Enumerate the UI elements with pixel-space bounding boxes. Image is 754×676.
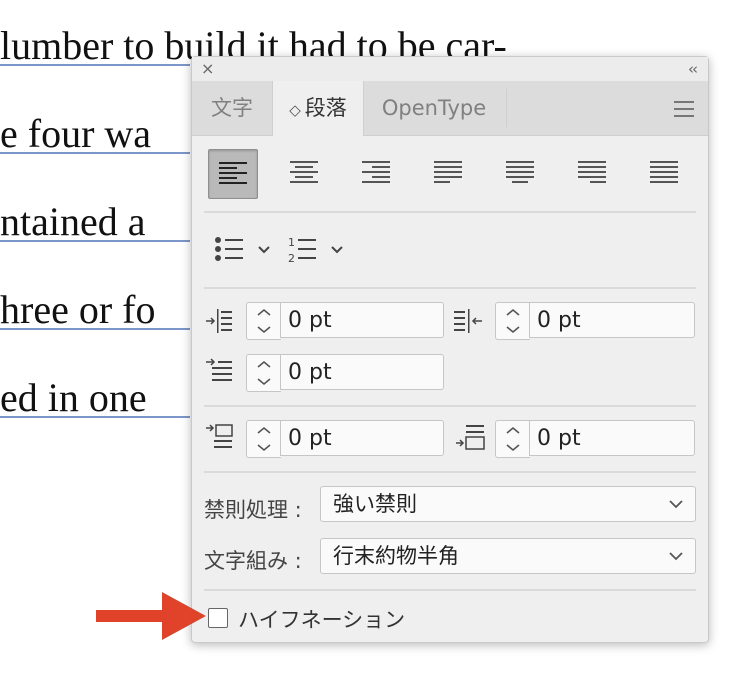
collapse-icon[interactable]: ‹‹ xyxy=(688,59,698,79)
bullets-dropdown[interactable] xyxy=(214,235,274,269)
stepper-arrows-icon xyxy=(257,360,271,386)
justify-last-right-icon xyxy=(578,161,606,183)
justify-all-button[interactable] xyxy=(640,149,688,197)
doc-line-5: ed in one xyxy=(0,375,147,420)
section-divider xyxy=(204,287,696,289)
doc-line-3: ntained a xyxy=(0,199,146,244)
section-divider xyxy=(204,589,696,591)
numbered-list-icon: 1 2 xyxy=(288,236,343,265)
section-divider xyxy=(204,405,696,407)
right-indent-field[interactable]: 0 pt xyxy=(529,302,695,338)
panel-tabbar: 文字 ◇ 段落 OpenType xyxy=(192,81,708,136)
section-divider xyxy=(204,211,696,213)
panel-menu-icon[interactable] xyxy=(674,101,694,122)
doc-line-4: hree or fo xyxy=(0,287,156,332)
space-before-field[interactable]: 0 pt xyxy=(280,420,444,456)
justify-last-right-button[interactable] xyxy=(568,149,616,197)
right-indent-icon xyxy=(454,309,482,333)
align-center-icon xyxy=(290,161,318,183)
justify-last-center-icon xyxy=(506,161,534,183)
section-divider xyxy=(204,471,696,473)
hyphenation-label[interactable]: ハイフネーション xyxy=(238,604,405,634)
chevron-down-icon xyxy=(669,552,683,561)
space-after-field[interactable]: 0 pt xyxy=(529,420,695,456)
align-center-button[interactable] xyxy=(280,149,328,197)
justify-last-left-button[interactable] xyxy=(424,149,472,197)
tab-divider xyxy=(506,89,507,127)
left-indent-field[interactable]: 0 pt xyxy=(280,302,444,338)
align-left-button[interactable] xyxy=(208,149,258,199)
align-left-icon xyxy=(219,162,247,184)
stepper-arrows-icon xyxy=(257,426,271,452)
space-after-icon xyxy=(456,425,485,450)
annotation-arrow-icon xyxy=(96,592,206,640)
stepper-arrows-icon xyxy=(506,308,520,334)
svg-text:2: 2 xyxy=(288,252,295,265)
left-indent-stepper[interactable] xyxy=(246,302,281,340)
right-indent-stepper[interactable] xyxy=(495,302,530,340)
align-right-button[interactable] xyxy=(352,149,400,197)
close-icon[interactable]: × xyxy=(201,59,214,79)
paragraph-panel: × ‹‹ 文字 ◇ 段落 OpenType 1 2 0 pt 0 pt 0 pt… xyxy=(191,56,709,643)
tab-expand-icon: ◇ xyxy=(289,101,301,119)
stepper-arrows-icon xyxy=(257,308,271,334)
align-right-icon xyxy=(362,161,390,183)
doc-line-2: e four wa xyxy=(0,111,152,156)
first-line-indent-icon xyxy=(206,358,232,381)
mojikumi-label: 文字組み : xyxy=(204,549,302,573)
bullet-list-icon xyxy=(215,237,270,261)
numbering-dropdown[interactable]: 1 2 xyxy=(288,235,348,269)
doc-underline xyxy=(0,152,190,154)
justify-last-center-button[interactable] xyxy=(496,149,544,197)
kinsoku-select[interactable]: 強い禁則 xyxy=(320,486,696,522)
left-indent-icon xyxy=(206,309,232,333)
tab-paragraph[interactable]: ◇ 段落 xyxy=(272,81,364,136)
doc-underline xyxy=(0,64,190,66)
first-line-indent-field[interactable]: 0 pt xyxy=(280,354,444,390)
space-after-stepper[interactable] xyxy=(495,420,530,458)
panel-titlebar[interactable]: × ‹‹ xyxy=(192,57,708,81)
kinsoku-label: 禁則処理 : xyxy=(204,498,302,522)
doc-underline xyxy=(0,416,190,418)
tab-character[interactable]: 文字 xyxy=(192,81,272,135)
doc-underline xyxy=(0,240,190,242)
justify-last-left-icon xyxy=(434,161,462,183)
chevron-down-icon xyxy=(669,500,683,509)
space-before-icon xyxy=(206,424,233,448)
tab-opentype[interactable]: OpenType xyxy=(364,81,504,135)
hyphenation-checkbox[interactable] xyxy=(208,608,228,628)
doc-underline xyxy=(0,328,190,330)
svg-text:1: 1 xyxy=(288,236,295,249)
mojikumi-select[interactable]: 行末約物半角 xyxy=(320,538,696,574)
stepper-arrows-icon xyxy=(506,426,520,452)
justify-all-icon xyxy=(650,161,678,183)
first-line-indent-stepper[interactable] xyxy=(246,354,281,392)
space-before-stepper[interactable] xyxy=(246,420,281,458)
